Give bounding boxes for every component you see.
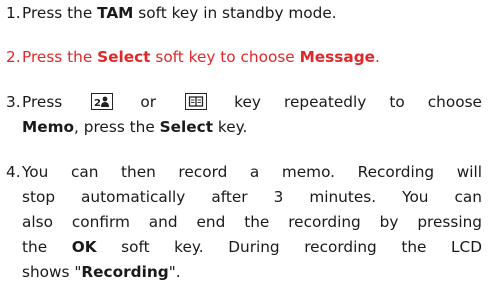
svg-text:2: 2	[94, 98, 101, 108]
memo-option-label: Memo	[22, 118, 75, 136]
step-3: 3. Press 2 or key repeatedly to choose M…	[6, 90, 482, 140]
step-4: 4. You can then record a memo. Recording…	[6, 160, 482, 285]
contacts-key-icon: 2	[91, 93, 114, 110]
step-number: 2.	[6, 48, 21, 66]
step-text: soft key. During recording the LCD	[96, 238, 482, 256]
step-2: 2. Press the Select soft key to choose M…	[6, 45, 482, 70]
step-text: ".	[168, 263, 181, 281]
step-4-line-4: the OK soft key. During recording the LC…	[22, 235, 482, 260]
step-number: 1.	[6, 4, 21, 22]
select-key-label: Select	[159, 118, 214, 136]
step-text: soft key to choose	[150, 48, 300, 66]
step-4-line-3: also confirm and end the recording by pr…	[22, 213, 482, 231]
step-4-line-1: You can then record a memo. Recording wi…	[22, 163, 482, 181]
step-text: or	[140, 93, 157, 111]
step-number: 4.	[6, 163, 21, 181]
step-1: 1. Press the TAM soft key in standby mod…	[6, 1, 482, 26]
step-text: key repeatedly to choose	[234, 93, 482, 111]
step-number: 3.	[6, 93, 21, 111]
step-3-line-1: Press 2 or key repeatedly to choose	[22, 90, 482, 115]
select-key-label: Select	[97, 48, 151, 66]
step-3-line-2: Memo, press the Select key.	[22, 115, 482, 140]
phonebook-key-icon	[185, 93, 208, 110]
step-text: shows "	[22, 263, 82, 281]
message-option-label: Message	[299, 48, 376, 66]
tam-key-label: TAM	[97, 4, 134, 22]
step-text: , press the	[74, 118, 160, 136]
step-4-line-5: shows "Recording".	[22, 260, 482, 285]
ok-key-label: OK	[71, 238, 97, 256]
step-text: soft key in standby mode.	[133, 4, 337, 22]
step-4-line-2: stop automatically after 3 minutes. You …	[22, 188, 482, 206]
step-text: Press the	[22, 48, 98, 66]
step-text: key.	[213, 118, 248, 136]
instruction-list: 1. Press the TAM soft key in standby mod…	[0, 0, 488, 289]
step-text: .	[375, 48, 380, 66]
step-text: Press	[22, 93, 63, 111]
recording-status-label: Recording	[81, 263, 169, 281]
step-text: the	[22, 238, 72, 256]
step-text: Press the	[22, 4, 98, 22]
